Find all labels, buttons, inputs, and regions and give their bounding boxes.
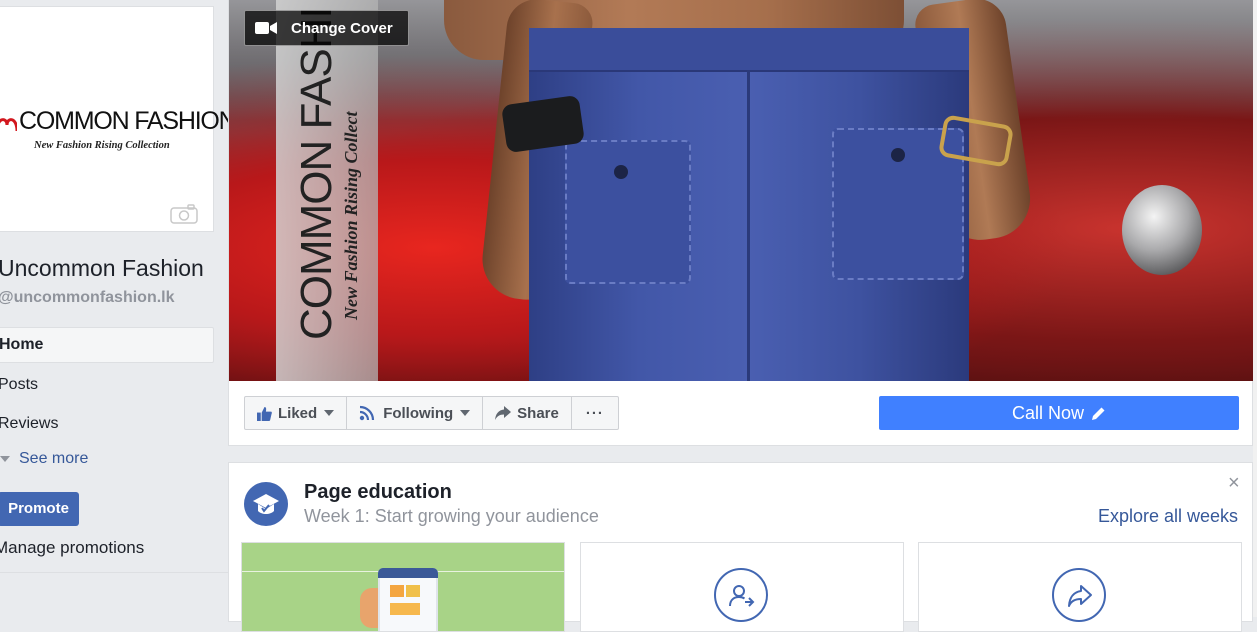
following-button[interactable]: Following	[347, 397, 484, 429]
call-now-label: Call Now	[1011, 402, 1085, 423]
car-mirror	[1122, 185, 1202, 275]
video-camera-icon	[255, 22, 277, 34]
illustration-box	[390, 603, 420, 615]
sidebar-item-label: Home	[0, 336, 44, 353]
camera-icon[interactable]	[170, 204, 198, 224]
pencil-icon[interactable]	[1091, 406, 1106, 421]
following-label: Following	[383, 404, 454, 422]
education-tile[interactable]	[918, 542, 1242, 632]
page-handle[interactable]: @uncommonfashion.lk	[0, 289, 175, 307]
explore-all-weeks-link[interactable]: Explore all weeks	[1098, 506, 1238, 527]
page-actions-bar: Liked Following Share ···	[244, 396, 619, 430]
rss-icon	[359, 405, 375, 421]
share-arrow-icon	[1052, 568, 1106, 622]
pants-seam	[747, 70, 750, 381]
illustration-box	[390, 585, 404, 597]
promote-button[interactable]: Promote	[0, 492, 79, 526]
cover-card: COMMON FASHI New Fashion Rising Collect …	[228, 0, 1254, 446]
thumbs-up-icon	[257, 406, 272, 421]
sidebar-divider	[0, 572, 228, 573]
illustration-box	[406, 585, 420, 597]
sidebar-item-home[interactable]: Home	[0, 327, 214, 363]
change-cover-label: Change Cover	[291, 19, 393, 37]
cover-banner-subtext: New Fashion Rising Collect	[341, 111, 361, 320]
chevron-down-icon	[460, 410, 471, 416]
cover-banner-text: COMMON FASHI	[292, 7, 341, 340]
pants-pocket-left	[565, 140, 691, 284]
pants-waistband	[529, 28, 969, 72]
page-education-subtitle: Week 1: Start growing your audience	[304, 506, 599, 526]
education-tile[interactable]	[241, 542, 565, 632]
call-now-button[interactable]: Call Now	[879, 396, 1239, 430]
pocket-button-left	[614, 165, 628, 179]
pocket-button-right	[891, 148, 905, 162]
see-more-label: See more	[19, 450, 89, 467]
graduation-cap-icon	[244, 482, 288, 526]
brand-tagline: New Fashion Rising Collection	[34, 140, 170, 151]
share-button[interactable]: Share	[483, 397, 572, 429]
profile-picture[interactable]: COMMON FASHION New Fashion Rising Collec…	[0, 6, 237, 232]
change-cover-button[interactable]: Change Cover	[244, 10, 409, 46]
page-education-card: Page education Week 1: Start growing you…	[228, 462, 1253, 632]
cover-photo[interactable]: COMMON FASHI New Fashion Rising Collect …	[229, 0, 1254, 381]
page-name: Uncommon Fashion	[0, 255, 204, 281]
brand-logo-text: COMMON FASHION	[19, 107, 237, 135]
sidebar-item-reviews[interactable]: Reviews	[0, 415, 58, 433]
see-more-link[interactable]: See more	[0, 450, 88, 468]
sidebar-item-posts[interactable]: Posts	[0, 376, 38, 394]
chevron-down-icon	[0, 455, 10, 462]
share-label: Share	[517, 404, 559, 422]
close-icon[interactable]: ×	[1228, 472, 1240, 495]
phone-header-illustration	[378, 568, 438, 578]
chevron-down-icon	[324, 410, 335, 416]
manage-promotions-link[interactable]: Manage promotions	[0, 538, 144, 558]
brand-logo-mark	[0, 118, 17, 132]
share-arrow-icon	[495, 406, 512, 420]
education-tile[interactable]	[580, 542, 904, 632]
left-sidebar: COMMON FASHION New Fashion Rising Collec…	[0, 0, 237, 617]
liked-label: Liked	[278, 404, 318, 422]
more-options-button[interactable]: ···	[572, 397, 618, 429]
page-education-title: Page education	[304, 481, 452, 503]
add-person-icon	[714, 568, 768, 622]
liked-button[interactable]: Liked	[245, 397, 348, 429]
scrollbar[interactable]	[1253, 0, 1257, 617]
